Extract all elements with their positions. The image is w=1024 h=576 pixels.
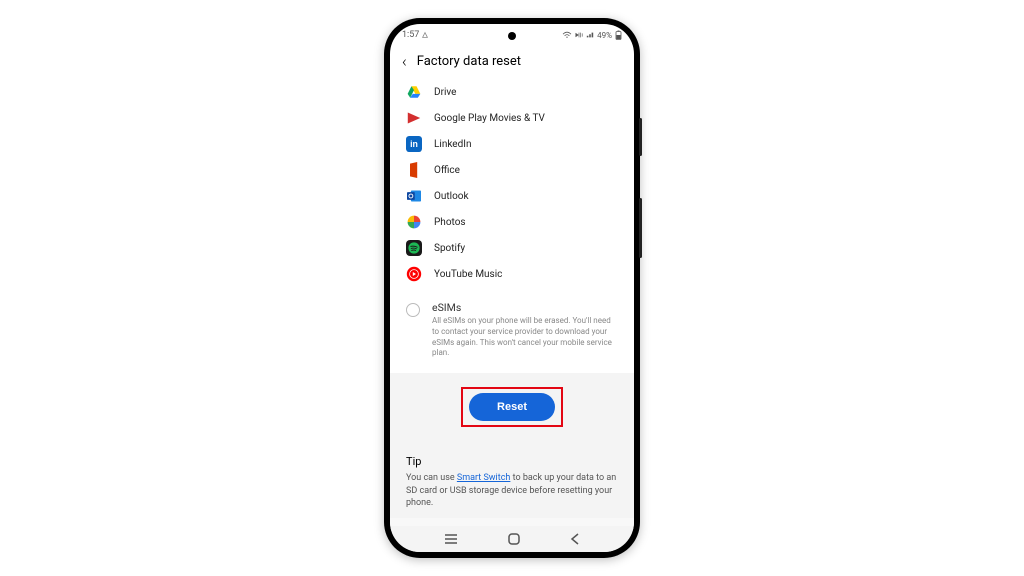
page-title: Factory data reset xyxy=(417,54,521,69)
list-item: Google Play Movies & TV xyxy=(390,105,634,131)
app-label: Outlook xyxy=(434,191,469,202)
list-item: in LinkedIn xyxy=(390,131,634,157)
signal-icon xyxy=(586,31,594,39)
tip-prefix: You can use xyxy=(406,473,457,483)
list-item: Office xyxy=(390,157,634,183)
list-item: Spotify xyxy=(390,235,634,261)
play-movies-icon xyxy=(406,110,422,126)
volume-button xyxy=(639,118,642,156)
tip-heading: Tip xyxy=(406,455,618,468)
tip-text: You can use Smart Switch to back up your… xyxy=(406,472,618,510)
app-header: ‹ Factory data reset xyxy=(390,46,634,79)
app-label: YouTube Music xyxy=(434,269,502,280)
drive-icon xyxy=(406,84,422,100)
tip-section: Tip You can use Smart Switch to back up … xyxy=(390,441,634,518)
back-icon[interactable]: ‹ xyxy=(402,52,407,71)
esim-description: All eSIMs on your phone will be erased. … xyxy=(432,316,618,359)
recents-icon[interactable] xyxy=(444,533,458,545)
app-label: Office xyxy=(434,165,460,176)
spotify-icon xyxy=(406,240,422,256)
office-icon xyxy=(406,162,422,178)
svg-text:in: in xyxy=(410,139,418,149)
esim-title: eSIMs xyxy=(432,301,618,314)
youtube-music-icon xyxy=(406,266,422,282)
list-item: YouTube Music xyxy=(390,261,634,287)
photos-icon xyxy=(406,214,422,230)
status-icon xyxy=(421,31,429,39)
app-label: Google Play Movies & TV xyxy=(434,113,545,124)
navigation-bar xyxy=(390,526,634,552)
wifi-icon xyxy=(562,31,572,39)
volte-icon xyxy=(575,31,583,39)
status-time: 1:57 xyxy=(402,30,419,40)
phone-frame: 1:57 49% ‹ Factory data reset xyxy=(384,18,640,558)
linkedin-icon: in xyxy=(406,136,422,152)
outlook-icon xyxy=(406,188,422,204)
app-label: Spotify xyxy=(434,243,465,254)
list-item: Outlook xyxy=(390,183,634,209)
front-camera xyxy=(508,32,516,40)
app-label: LinkedIn xyxy=(434,139,472,150)
list-item: Photos xyxy=(390,209,634,235)
reset-button-container: Reset xyxy=(390,373,634,441)
radio-unchecked-icon[interactable] xyxy=(406,303,420,317)
screen: 1:57 49% ‹ Factory data reset xyxy=(390,24,634,552)
esim-option[interactable]: eSIMs All eSIMs on your phone will be er… xyxy=(390,291,634,373)
app-label: Photos xyxy=(434,217,466,228)
back-nav-icon[interactable] xyxy=(570,533,580,545)
battery-percent: 49% xyxy=(597,31,612,40)
tutorial-highlight: Reset xyxy=(461,387,563,427)
reset-button[interactable]: Reset xyxy=(469,393,555,421)
home-icon[interactable] xyxy=(507,532,521,546)
power-button xyxy=(639,198,642,258)
app-label: Drive xyxy=(434,87,456,98)
content-area: Drive Google Play Movies & TV in LinkedI… xyxy=(390,79,634,526)
battery-icon xyxy=(615,30,622,40)
app-list: Drive Google Play Movies & TV in LinkedI… xyxy=(390,79,634,291)
smart-switch-link[interactable]: Smart Switch xyxy=(457,473,511,483)
list-item: Drive xyxy=(390,79,634,105)
